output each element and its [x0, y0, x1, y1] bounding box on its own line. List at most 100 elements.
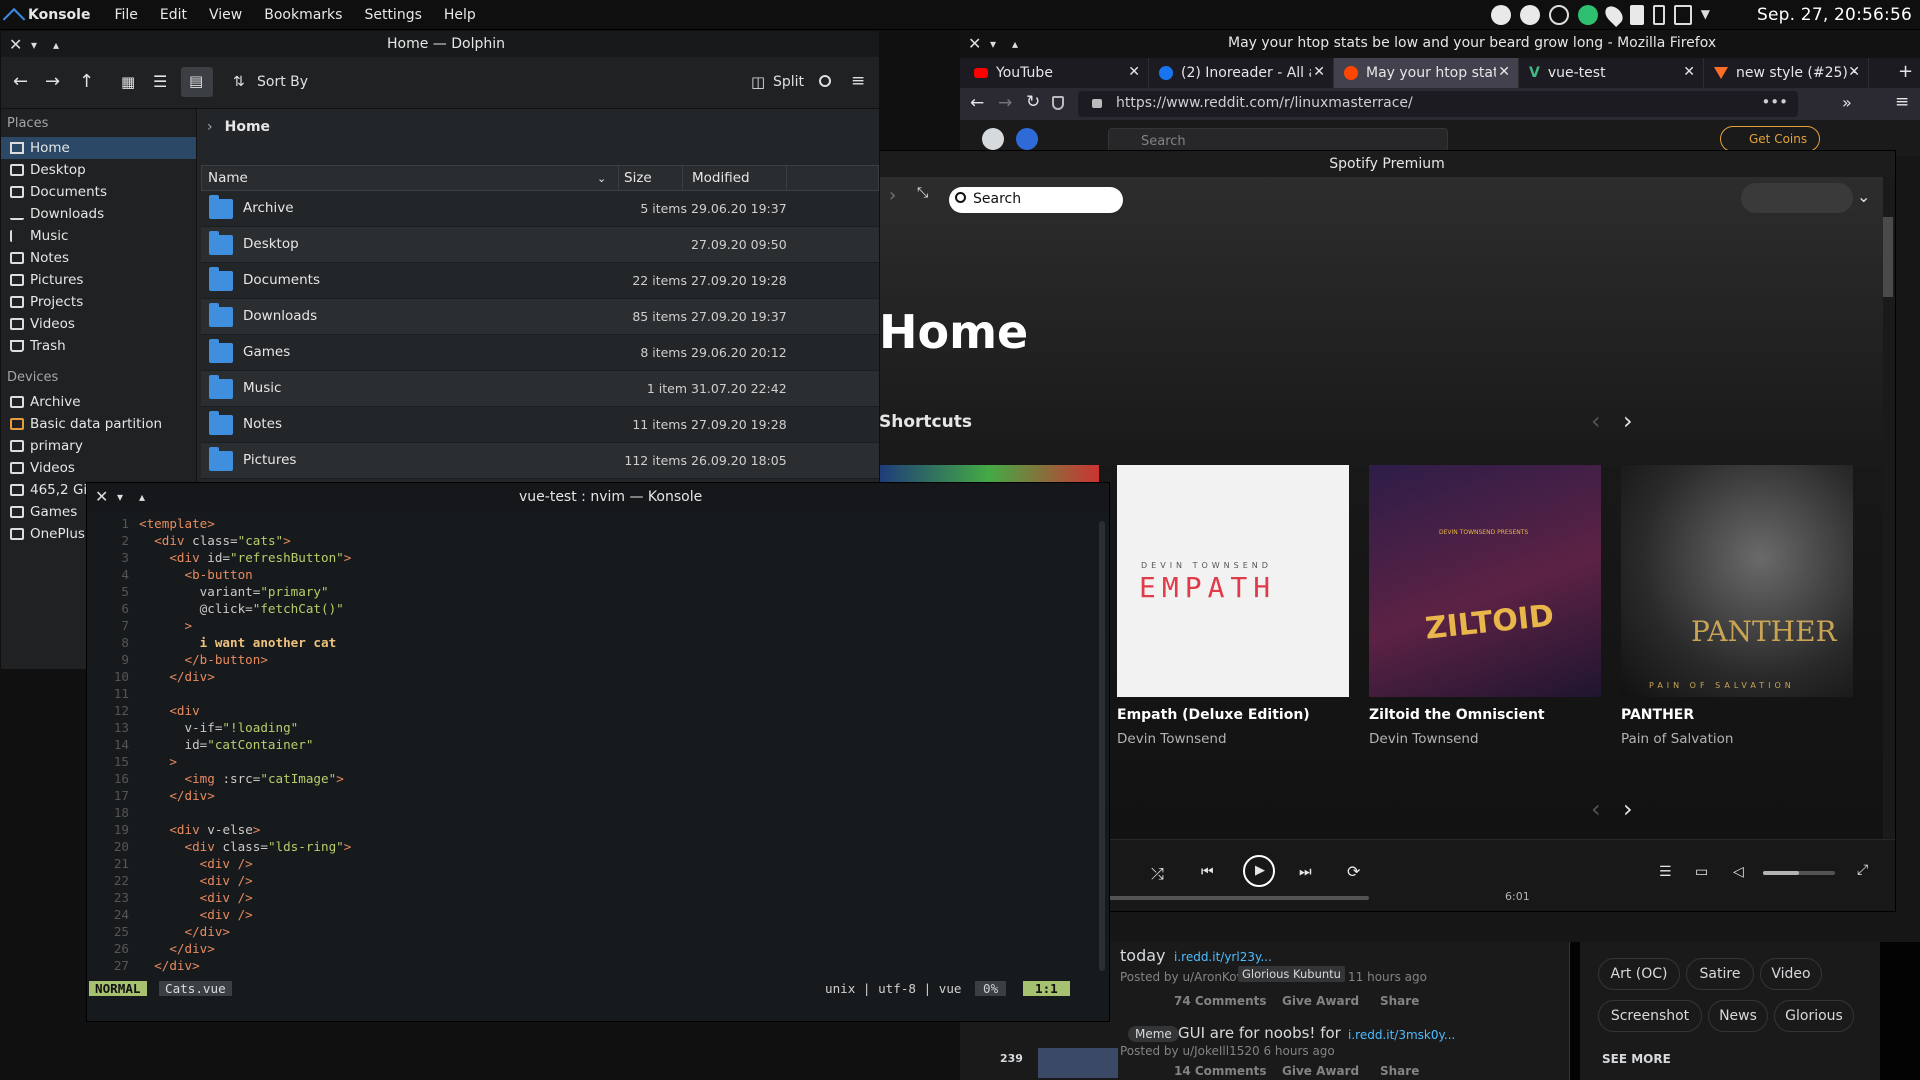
tab-inoreader[interactable]: (2) Inoreader - All ar ✕	[1149, 58, 1334, 88]
next-track-icon[interactable]: ⏭	[1299, 864, 1312, 880]
place-music[interactable]: Music	[1, 225, 196, 247]
file-row[interactable]: Downloads 85 items 27.09.20 19:37	[201, 299, 879, 335]
menu-file[interactable]: File	[114, 7, 137, 23]
chevron-right-icon[interactable]: ›	[207, 119, 213, 135]
share-button[interactable]: Share	[1380, 1064, 1419, 1078]
file-row[interactable]: Archive 5 items 29.06.20 19:37	[201, 191, 879, 227]
subreddit-icon[interactable]	[1016, 128, 1038, 150]
scrollbar-thumb[interactable]	[1883, 217, 1893, 297]
post-link[interactable]: i.redd.it/3msk0y...	[1348, 1028, 1455, 1042]
reddit-logo-icon[interactable]	[982, 128, 1004, 150]
maximize-icon[interactable]: ▴	[1012, 37, 1018, 51]
tab-vue-test[interactable]: V vue-test ✕	[1519, 58, 1704, 88]
split-icon[interactable]: ◫	[751, 73, 765, 91]
comments-button[interactable]: 14 Comments	[1174, 1064, 1267, 1078]
sort-icon[interactable]: ⇅	[233, 74, 245, 90]
get-coins-button[interactable]: Get Coins	[1720, 126, 1820, 152]
new-tab-icon[interactable]: +	[1898, 61, 1913, 82]
maximize-icon[interactable]: ▴	[53, 38, 59, 52]
prev-arrow-icon[interactable]: ‹	[1591, 407, 1601, 435]
volume-icon[interactable]	[1629, 5, 1644, 25]
sort-by-button[interactable]: Sort By	[257, 74, 308, 90]
device-item[interactable]: primary	[1, 435, 196, 457]
album-card[interactable]: PANTHER PAIN OF SALVATION PANTHER Pain o…	[1621, 465, 1853, 747]
menu-help[interactable]: Help	[444, 7, 476, 23]
place-notes[interactable]: Notes	[1, 247, 196, 269]
column-name[interactable]: Name	[208, 170, 248, 186]
close-tab-icon[interactable]: ✕	[1848, 64, 1860, 80]
scrollbar[interactable]	[1883, 177, 1895, 839]
flair-pill[interactable]: Video	[1760, 958, 1822, 990]
device-item[interactable]: Archive	[1, 391, 196, 413]
play-button[interactable]: ▶	[1243, 855, 1275, 887]
flair-pill[interactable]: Art (OC)	[1598, 958, 1680, 990]
back-icon[interactable]: ←	[970, 93, 984, 113]
close-icon[interactable]: ✕	[9, 35, 22, 54]
close-tab-icon[interactable]: ✕	[1313, 64, 1325, 80]
reload-icon[interactable]: ↻	[1026, 92, 1040, 112]
location-icon[interactable]	[1601, 2, 1626, 28]
place-home[interactable]: Home	[1, 137, 196, 159]
previous-track-icon[interactable]: ⏮	[1201, 864, 1214, 880]
close-tab-icon[interactable]: ✕	[1498, 64, 1510, 80]
volume-slider[interactable]	[1763, 871, 1835, 875]
file-row[interactable]: Documents 22 items 27.09.20 19:28	[201, 263, 879, 299]
compact-view-icon[interactable]: ☰	[153, 72, 167, 91]
comments-button[interactable]: 74 Comments	[1174, 994, 1267, 1008]
place-downloads[interactable]: Downloads	[1, 203, 196, 225]
minimize-icon[interactable]: ▾	[31, 38, 37, 52]
scrollbar[interactable]	[1099, 521, 1105, 971]
place-pictures[interactable]: Pictures	[1, 269, 196, 291]
menu-bookmarks[interactable]: Bookmarks	[264, 7, 342, 23]
up-icon[interactable]: ↑	[79, 71, 94, 92]
kde-launcher-icon[interactable]	[2, 7, 26, 31]
menu-edit[interactable]: Edit	[160, 7, 187, 23]
overflow-icon[interactable]: »	[1842, 93, 1852, 112]
sort-desc-icon[interactable]: ⌄	[597, 172, 606, 185]
device-item[interactable]: Basic data partition	[1, 413, 196, 435]
back-icon[interactable]: ←	[13, 71, 28, 92]
see-more-link[interactable]: SEE MORE	[1602, 1052, 1671, 1066]
album-card[interactable]: DEVIN TOWNSEND PRESENTS ZILTOID Ziltoid …	[1369, 465, 1601, 747]
place-trash[interactable]: Trash	[1, 335, 196, 357]
shuffle-icon[interactable]: ⤮	[1151, 864, 1164, 884]
menu-view[interactable]: View	[209, 7, 242, 23]
post-title[interactable]: today	[1120, 946, 1166, 965]
tab-reddit[interactable]: May your htop stats ✕	[1334, 58, 1519, 88]
album-artist[interactable]: Pain of Salvation	[1621, 731, 1733, 747]
spotify-search-input[interactable]: Search	[949, 187, 1123, 213]
maximize-icon[interactable]: ▴	[139, 490, 145, 504]
file-row[interactable]: Pictures 112 items 26.09.20 18:05	[201, 443, 879, 479]
share-button[interactable]: Share	[1380, 994, 1419, 1008]
split-button[interactable]: Split	[773, 74, 804, 90]
post-link[interactable]: i.redd.it/yrl23y...	[1174, 950, 1272, 964]
steam-icon[interactable]	[1519, 5, 1540, 25]
file-row[interactable]: Notes 11 items 27.09.20 19:28	[201, 407, 879, 443]
flair-pill[interactable]: Screenshot	[1598, 1000, 1702, 1032]
give-award-button[interactable]: Give Award	[1282, 994, 1359, 1008]
flair-pill[interactable]: Glorious	[1774, 1000, 1854, 1032]
flair-pill[interactable]: Satire	[1686, 958, 1754, 990]
breadcrumb-home[interactable]: Home	[225, 119, 270, 135]
close-tab-icon[interactable]: ✕	[1128, 64, 1140, 80]
editor-buffer[interactable]: 1 <template> 2 <div class="cats"> 3 <div id…	[87, 515, 1095, 981]
collapse-icon[interactable]: ⤡	[917, 185, 928, 201]
column-size[interactable]: Size	[624, 170, 652, 186]
menu-settings[interactable]: Settings	[364, 7, 421, 23]
chevron-down-icon[interactable]: ⌄	[1857, 187, 1870, 206]
close-tab-icon[interactable]: ✕	[1683, 64, 1695, 80]
details-view-icon[interactable]: ▤	[181, 67, 213, 97]
next-arrow-icon[interactable]: ›	[1623, 407, 1633, 435]
sync-icon[interactable]	[1577, 5, 1598, 25]
shield-icon[interactable]	[1052, 96, 1064, 110]
volume-icon[interactable]: ◁	[1733, 864, 1744, 880]
minimize-icon[interactable]: ▾	[117, 490, 123, 504]
close-icon[interactable]: ✕	[968, 34, 981, 53]
flair-pill[interactable]: News	[1708, 1000, 1768, 1032]
queue-icon[interactable]: ☰	[1659, 864, 1672, 880]
forward-icon[interactable]: →	[45, 71, 60, 92]
column-modified[interactable]: Modified	[692, 170, 750, 186]
place-projects[interactable]: Projects	[1, 291, 196, 313]
kde-connect-icon[interactable]	[1548, 5, 1569, 25]
place-videos[interactable]: Videos	[1, 313, 196, 335]
